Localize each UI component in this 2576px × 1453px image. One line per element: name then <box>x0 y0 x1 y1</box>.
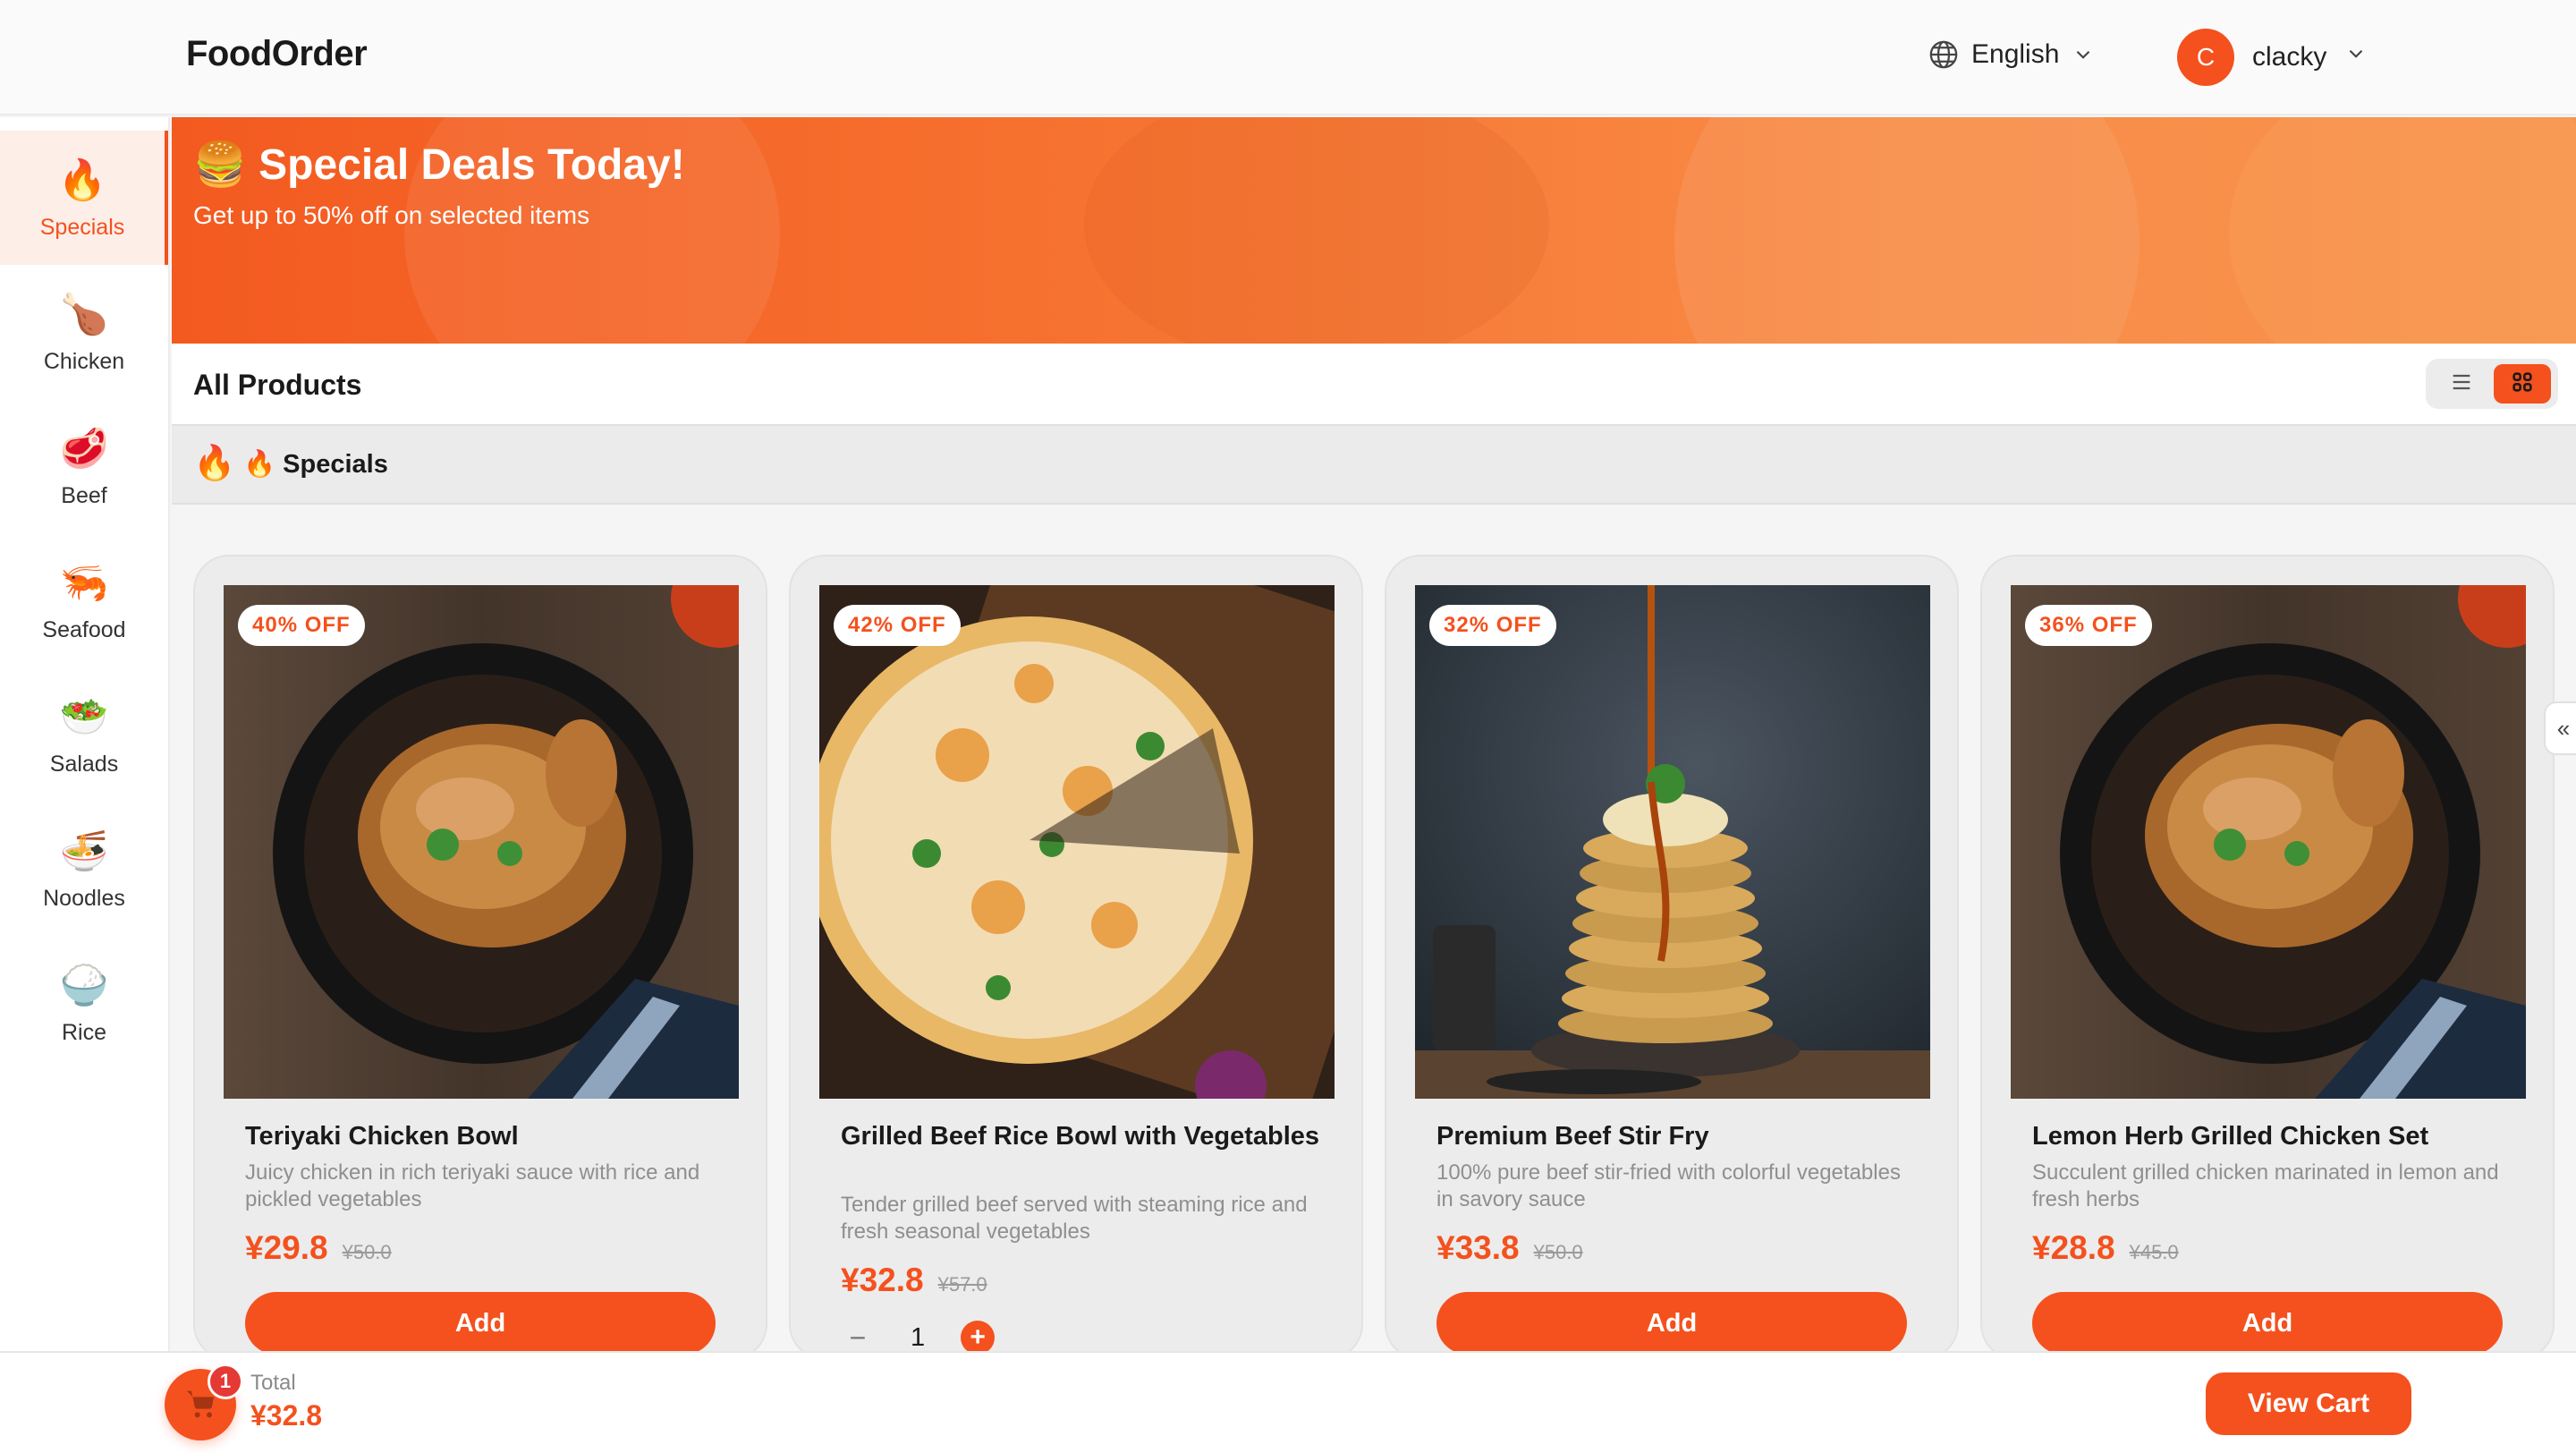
product-card[interactable]: 32% OFF Premium Beef Stir Fry 100% pure … <box>1385 555 1959 1360</box>
banner-title: 🍔 Special Deals Today! <box>193 141 685 189</box>
banner-subtitle: Get up to 50% off on selected items <box>193 201 590 229</box>
product-description: Juicy chicken in rich teriyaki sauce wit… <box>245 1160 700 1211</box>
view-toggle <box>2426 359 2558 409</box>
chevron-down-icon <box>2344 42 2368 72</box>
language-selector[interactable]: English <box>1928 39 2095 70</box>
product-description: 100% pure beef stir-fried with colorful … <box>1436 1160 1901 1211</box>
promo-banner[interactable]: 🍔 Special Deals Today! Get up to 50% off… <box>172 117 2576 344</box>
price-row: ¥28.8 ¥45.0 <box>2032 1229 2179 1267</box>
list-view-button[interactable] <box>2433 364 2490 404</box>
product-name: Lemon Herb Grilled Chicken Set <box>2032 1122 2429 1151</box>
section-header-specials: 🔥 🔥 Specials <box>172 424 2576 505</box>
product-description: Succulent grilled chicken marinated in l… <box>2032 1160 2499 1211</box>
app-logo[interactable]: FoodOrder <box>186 34 368 74</box>
original-price: ¥50.0 <box>342 1241 392 1263</box>
total-value: ¥32.8 <box>250 1399 323 1432</box>
original-price: ¥45.0 <box>2129 1241 2179 1263</box>
product-price: ¥29.8 <box>245 1229 328 1266</box>
banner-decoration <box>1674 117 2140 344</box>
user-menu[interactable]: C clacky <box>2177 29 2368 86</box>
sidebar-item-label: Seafood <box>42 616 126 642</box>
fire-icon: 🔥 <box>193 445 236 482</box>
fire-icon: 🔥 <box>57 157 107 202</box>
cart-count-badge: 1 <box>208 1364 243 1399</box>
section-title: 🔥 Specials <box>243 450 388 479</box>
sidebar-item-chicken[interactable]: 🍗 Chicken <box>0 265 168 399</box>
product-price: ¥32.8 <box>841 1262 924 1298</box>
sidebar-item-label: Salads <box>49 751 119 777</box>
globe-icon <box>1928 39 1959 70</box>
product-card[interactable]: 40% OFF Teriyaki Chicken Bowl Juicy chic… <box>193 555 767 1360</box>
product-description: Tender grilled beef served with steaming… <box>841 1193 1308 1244</box>
add-to-cart-button[interactable]: Add <box>1436 1292 1907 1355</box>
banner-decoration <box>2229 117 2576 344</box>
user-name: clacky <box>2252 42 2327 72</box>
collapse-panel-button[interactable]: « <box>2544 701 2576 755</box>
discount-badge: 32% OFF <box>1429 605 1556 646</box>
sidebar-item-noodles[interactable]: 🍜 Noodles <box>0 802 168 936</box>
shrimp-icon: 🦐 <box>59 560 109 605</box>
sidebar-item-beef[interactable]: 🥩 Beef <box>0 399 168 533</box>
products-title: All Products <box>193 369 362 401</box>
chevron-down-icon <box>2072 43 2095 66</box>
original-price: ¥57.0 <box>937 1273 987 1296</box>
original-price: ¥50.0 <box>1533 1241 1583 1263</box>
language-label: English <box>1971 39 2060 69</box>
rice-bowl-icon: 🍚 <box>59 963 109 1007</box>
grid-view-button[interactable] <box>2494 364 2551 404</box>
noodle-bowl-icon: 🍜 <box>59 828 109 873</box>
sidebar-item-label: Rice <box>61 1019 106 1045</box>
product-name: Teriyaki Chicken Bowl <box>245 1122 519 1151</box>
increase-quantity-button[interactable]: + <box>961 1321 996 1355</box>
product-price: ¥28.8 <box>2032 1229 2115 1266</box>
header: FoodOrder English C clacky <box>0 0 2576 115</box>
price-row: ¥29.8 ¥50.0 <box>245 1229 392 1267</box>
quantity-value: 1 <box>911 1322 926 1352</box>
view-cart-button[interactable]: View Cart <box>2206 1372 2411 1435</box>
category-sidebar: 🔥 Specials 🍗 Chicken 🥩 Beef 🦐 Seafood 🥗 … <box>0 117 170 1352</box>
price-row: ¥33.8 ¥50.0 <box>1436 1229 1583 1267</box>
product-price: ¥33.8 <box>1436 1229 1520 1266</box>
product-image-pizza[interactable]: 42% OFF <box>819 585 1335 1099</box>
product-image-pancakes[interactable]: 32% OFF <box>1415 585 1930 1099</box>
price-row: ¥32.8 ¥57.0 <box>841 1262 987 1299</box>
product-card[interactable]: 42% OFF Grilled Beef Rice Bowl with Vege… <box>789 555 1363 1360</box>
list-icon <box>2449 370 2474 399</box>
discount-badge: 36% OFF <box>2025 605 2152 646</box>
sidebar-item-rice[interactable]: 🍚 Rice <box>0 936 168 1070</box>
discount-badge: 40% OFF <box>238 605 365 646</box>
drumstick-icon: 🍗 <box>59 292 109 336</box>
product-card[interactable]: 36% OFF Lemon Herb Grilled Chicken Set S… <box>1980 555 2555 1360</box>
product-name: Grilled Beef Rice Bowl with Vegetables <box>841 1122 1320 1151</box>
product-image-roast-chicken[interactable]: 36% OFF <box>2011 585 2526 1099</box>
sidebar-item-salads[interactable]: 🥗 Salads <box>0 667 168 802</box>
products-header: All Products <box>172 344 2576 424</box>
grid-icon <box>2510 370 2535 399</box>
sidebar-item-label: Beef <box>61 482 107 508</box>
sidebar-item-label: Noodles <box>43 885 125 911</box>
sidebar-item-seafood[interactable]: 🦐 Seafood <box>0 533 168 667</box>
cart-footer: 1 Total ¥32.8 View Cart <box>0 1351 2576 1453</box>
discount-badge: 42% OFF <box>834 605 961 646</box>
add-to-cart-button[interactable]: Add <box>245 1292 716 1355</box>
product-image-roast-chicken[interactable]: 40% OFF <box>224 585 739 1099</box>
total-label: Total <box>250 1371 296 1395</box>
product-name: Premium Beef Stir Fry <box>1436 1122 1709 1151</box>
decrease-quantity-button[interactable]: − <box>841 1321 875 1355</box>
avatar: C <box>2177 29 2234 86</box>
banner-decoration <box>1084 117 1549 344</box>
quantity-stepper: − 1 + <box>841 1321 996 1355</box>
sidebar-item-specials[interactable]: 🔥 Specials <box>0 131 168 265</box>
sidebar-item-label: Specials <box>39 214 125 240</box>
add-to-cart-button[interactable]: Add <box>2032 1292 2503 1355</box>
salad-icon: 🥗 <box>59 694 109 739</box>
meat-icon: 🥩 <box>59 426 109 471</box>
sidebar-item-label: Chicken <box>43 348 125 374</box>
